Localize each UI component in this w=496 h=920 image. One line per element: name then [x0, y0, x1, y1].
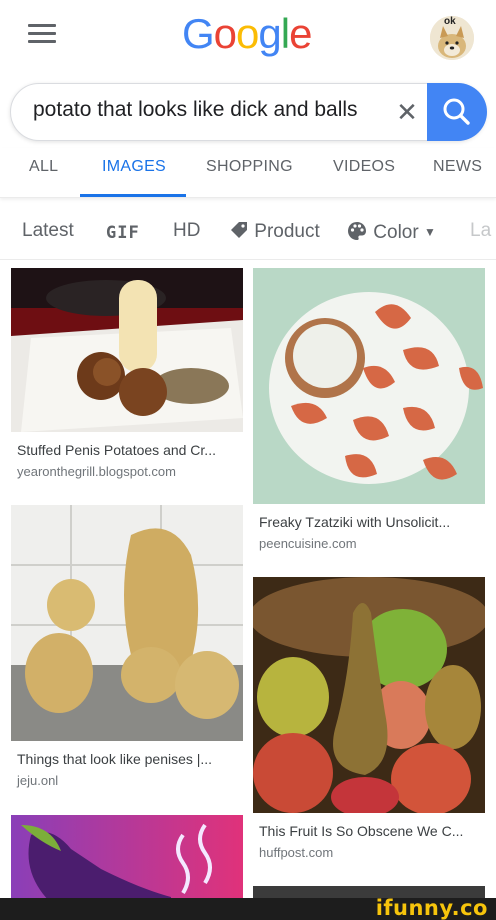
tag-icon: [231, 222, 247, 238]
search-icon: [443, 98, 470, 125]
account-avatar[interactable]: ok: [430, 16, 474, 60]
watermark-bar: ifunny.co: [0, 896, 496, 920]
tab-videos[interactable]: VIDEOS: [333, 158, 395, 176]
dropdown-arrow-icon: ▼: [423, 225, 436, 239]
clear-icon[interactable]: ✕: [393, 98, 421, 126]
result-thumbnail: [253, 268, 485, 504]
result-thumbnail: [253, 577, 485, 813]
search-button[interactable]: [427, 83, 487, 141]
chip-product[interactable]: Product: [229, 220, 320, 243]
chip-color[interactable]: Color ▼: [346, 220, 436, 244]
chip-color-label: Color: [373, 222, 419, 243]
chip-gif[interactable]: GIF: [106, 222, 140, 244]
result-thumbnail: [11, 505, 243, 741]
image-result[interactable]: This Fruit Is So Obscene We C... huffpos…: [253, 577, 485, 867]
header: Google ok: [0, 0, 496, 78]
chip-product-label: Product: [254, 221, 320, 242]
filter-chips: Latest GIF HD Product Color ▼ La: [0, 206, 496, 260]
result-title: Stuffed Penis Potatoes and Cr...: [17, 442, 216, 458]
search-input[interactable]: potato that looks like dick and balls: [33, 98, 381, 128]
tab-news[interactable]: NEWS: [433, 158, 482, 176]
chip-partial[interactable]: La: [470, 220, 491, 242]
google-logo[interactable]: Google: [182, 10, 312, 58]
active-tab-indicator: [80, 194, 186, 197]
search-tabs: ALL IMAGES SHOPPING VIDEOS NEWS: [0, 148, 496, 198]
ifunny-watermark: ifunny.co: [375, 896, 488, 920]
result-source: jeju.onl: [17, 773, 59, 788]
search-bar: potato that looks like dick and balls ✕: [10, 83, 487, 141]
chip-hd[interactable]: HD: [173, 220, 200, 242]
result-source: yearonthegrill.blogspot.com: [17, 464, 176, 479]
gif-icon: GIF: [106, 223, 140, 243]
result-title: This Fruit Is So Obscene We C...: [259, 823, 464, 839]
result-source: huffpost.com: [259, 845, 334, 860]
avatar-badge-text: ok: [444, 16, 456, 27]
result-source: peencuisine.com: [259, 536, 357, 551]
result-title: Things that look like penises |...: [17, 751, 213, 767]
tab-all[interactable]: ALL: [29, 158, 58, 176]
palette-icon: [348, 222, 366, 240]
result-title: Freaky Tzatziki with Unsolicit...: [259, 514, 451, 530]
result-thumbnail: [11, 815, 243, 898]
chip-latest[interactable]: Latest: [22, 220, 74, 242]
hamburger-menu-icon[interactable]: [28, 24, 56, 46]
tab-images[interactable]: IMAGES: [102, 158, 166, 176]
image-result[interactable]: Things that look like penises |... jeju.…: [11, 505, 243, 795]
image-result[interactable]: Stuffed Penis Potatoes and Cr... yearont…: [11, 268, 243, 488]
result-thumbnail: [11, 268, 243, 432]
image-result[interactable]: Freaky Tzatziki with Unsolicit... peencu…: [253, 268, 485, 558]
tab-shopping[interactable]: SHOPPING: [206, 158, 293, 176]
image-result[interactable]: [11, 815, 243, 898]
